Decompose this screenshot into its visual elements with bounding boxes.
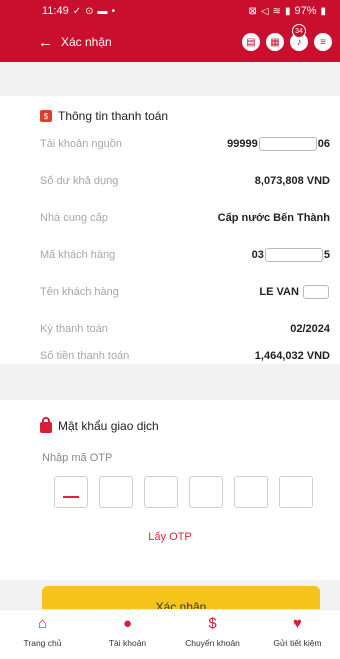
otp-digit-6[interactable] bbox=[279, 476, 313, 508]
tab-home[interactable]: ⌂ Trang chủ bbox=[0, 610, 85, 659]
row-label: Tài khoản nguồn bbox=[40, 138, 122, 150]
masked-segment bbox=[303, 285, 329, 299]
bell-icon[interactable]: ♪ 34 bbox=[290, 24, 308, 51]
profile-menu-icon[interactable]: ≡ bbox=[314, 33, 332, 51]
customer-code-suffix: 5 bbox=[323, 248, 330, 261]
bottom-tab-bar: ⌂ Trang chủ ● Tài khoản $ Chuyển khoản ♥… bbox=[0, 609, 340, 659]
otp-digit-3[interactable] bbox=[144, 476, 178, 508]
row-billing-period: Kỳ thanh toán 02/2024 bbox=[40, 319, 330, 339]
tab-transfer[interactable]: $ Chuyển khoản bbox=[170, 610, 255, 659]
masked-segment bbox=[264, 248, 323, 262]
source-account-prefix: 99999 bbox=[227, 137, 258, 150]
tab-account[interactable]: ● Tài khoản bbox=[85, 610, 170, 659]
wifi-icon: ≋ bbox=[272, 5, 281, 17]
row-label: Mã khách hàng bbox=[40, 249, 116, 261]
alarm-icon: ⊠ bbox=[248, 5, 257, 17]
customer-code-prefix: 03 bbox=[251, 248, 264, 261]
page-title: Xác nhận bbox=[61, 35, 112, 49]
transfer-icon: $ bbox=[208, 615, 217, 632]
row-available-balance: Số dư khả dụng 8,073,808 VND bbox=[40, 171, 330, 191]
row-label: Số dư khả dụng bbox=[40, 175, 119, 187]
invoice-icon: $ bbox=[40, 110, 52, 122]
row-label: Tên khách hàng bbox=[40, 286, 119, 298]
row-provider: Nhà cung cấp Cấp nước Bến Thành bbox=[40, 208, 330, 228]
notification-badge: 34 bbox=[292, 24, 306, 38]
get-otp-link[interactable]: Lấy OTP bbox=[0, 531, 340, 543]
battery-icon: ▮ bbox=[320, 5, 326, 17]
dot-icon: • bbox=[111, 5, 116, 17]
battery-percent: 97% bbox=[294, 5, 317, 17]
billing-period-value: 02/2024 bbox=[290, 323, 330, 335]
row-label: Nhà cung cấp bbox=[40, 212, 108, 224]
cell-signal-icon: ▮ bbox=[284, 5, 291, 17]
payment-info-header: $ Thông tin thanh toán bbox=[0, 96, 340, 123]
lock-icon bbox=[40, 417, 52, 433]
row-label: Kỳ thanh toán bbox=[40, 323, 108, 335]
otp-header: Mật khẩu giao dịch bbox=[0, 400, 340, 433]
otp-digit-1[interactable] bbox=[54, 476, 88, 508]
payment-amount-value: 1,464,032 VND bbox=[254, 350, 330, 362]
otp-section-title: Mật khẩu giao dịch bbox=[58, 418, 159, 433]
row-payment-amount: Số tiền thanh toán 1,464,032 VND bbox=[40, 346, 330, 366]
tab-label: Tài khoản bbox=[108, 638, 147, 648]
header-actions: ▤ ▦ ♪ 34 ≡ bbox=[242, 24, 332, 51]
app-notification-icon: ⊙ bbox=[85, 5, 94, 17]
otp-digit-2[interactable] bbox=[99, 476, 133, 508]
app-header: ← Xác nhận ▤ ▦ ♪ 34 ≡ bbox=[0, 22, 340, 62]
row-customer-code: Mã khách hàng 03 5 bbox=[40, 245, 330, 265]
customer-name-value: LE VAN bbox=[259, 285, 330, 299]
provider-value: Cấp nước Bến Thành bbox=[217, 212, 330, 224]
piggy-bank-icon: ♥ bbox=[293, 615, 302, 632]
status-bar: 11:49 ✓ ⊙ ▬ • ⊠ ◁ ≋ ▮ 97% ▮ bbox=[0, 0, 340, 22]
qr-grid-icon[interactable]: ▦ bbox=[266, 33, 284, 51]
mute-icon: ◁ bbox=[260, 5, 269, 17]
otp-digit-4[interactable] bbox=[189, 476, 223, 508]
masked-segment bbox=[258, 137, 317, 151]
row-label: Số tiền thanh toán bbox=[40, 350, 130, 362]
row-source-account: Tài khoản nguồn 99999 06 bbox=[40, 134, 330, 154]
home-icon: ⌂ bbox=[37, 615, 48, 632]
signal-icon: ✓ bbox=[72, 5, 82, 17]
otp-input-group bbox=[54, 476, 313, 508]
source-account-suffix: 06 bbox=[317, 137, 330, 150]
message-icon: ▬ bbox=[97, 5, 108, 17]
customer-name-prefix: LE VAN bbox=[259, 285, 299, 298]
customer-code-value: 03 5 bbox=[252, 248, 330, 262]
back-arrow-icon[interactable]: ← bbox=[38, 35, 53, 50]
payment-info-card: $ Thông tin thanh toán Tài khoản nguồn 9… bbox=[0, 96, 340, 364]
wallet-icon[interactable]: ▤ bbox=[242, 33, 260, 51]
tab-label: Trang chủ bbox=[23, 638, 62, 648]
source-account-value: 99999 06 bbox=[227, 137, 330, 151]
row-customer-name: Tên khách hàng LE VAN bbox=[40, 282, 330, 302]
otp-digit-5[interactable] bbox=[234, 476, 268, 508]
otp-input-label: Nhập mã OTP bbox=[42, 452, 113, 464]
user-icon: ● bbox=[122, 615, 133, 632]
tab-label: Gửi tiết kiệm bbox=[273, 638, 322, 648]
tab-label: Chuyển khoản bbox=[185, 638, 240, 648]
available-balance-value: 8,073,808 VND bbox=[254, 175, 330, 187]
status-time: 11:49 bbox=[42, 5, 69, 17]
tab-savings[interactable]: ♥ Gửi tiết kiệm bbox=[255, 610, 340, 659]
otp-card: Mật khẩu giao dịch Nhập mã OTP Lấy OTP bbox=[0, 400, 340, 580]
payment-info-title: Thông tin thanh toán bbox=[58, 109, 169, 123]
